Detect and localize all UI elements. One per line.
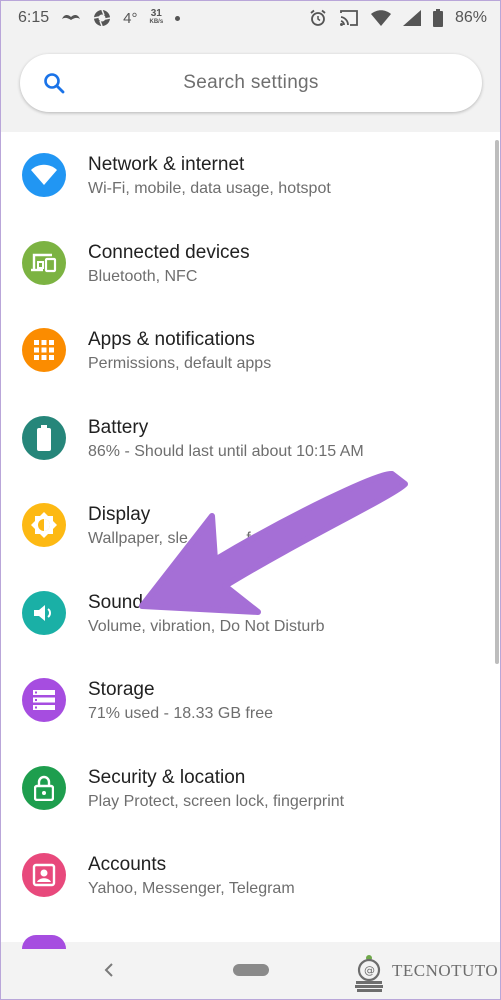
- status-bar-left: 6:15 4° 31 KB/s: [18, 9, 181, 27]
- settings-item-title: Sound: [88, 591, 143, 613]
- back-icon[interactable]: [100, 959, 118, 981]
- settings-item-subtitle: Play Protect, screen lock, fingerprint: [88, 792, 345, 810]
- settings-item-subtitle: Bluetooth, NFC: [88, 267, 198, 285]
- settings-item-subtitle: Wallpaper, sle fo: [88, 530, 260, 548]
- signal-icon: [402, 10, 421, 26]
- home-pill-button[interactable]: [233, 964, 269, 976]
- lock-icon: [22, 765, 66, 810]
- battery-icon: [22, 415, 66, 460]
- watermark-text: TECNOTUTO: [392, 961, 499, 980]
- alarm-icon: [310, 9, 326, 26]
- settings-item-title: Display: [88, 504, 151, 525]
- settings-item-connected-devices[interactable]: Connected devices Bluetooth, NFC: [0, 220, 501, 308]
- scrollbar[interactable]: [495, 140, 499, 664]
- wifi-icon: [22, 153, 66, 197]
- watermark-logo-icon: @: [355, 955, 383, 992]
- aperture-icon: [93, 9, 111, 27]
- search-area: Search settings: [0, 36, 501, 132]
- settings-item-subtitle: 71% used - 18.33 GB free: [88, 705, 273, 722]
- account-icon: [22, 853, 66, 897]
- mustache-icon: [62, 14, 81, 20]
- status-time: 6:15: [18, 9, 50, 26]
- settings-item-title: Apps & notifications: [88, 329, 255, 350]
- settings-item-subtitle: Wi-Fi, mobile, data usage, hotspot: [88, 180, 331, 197]
- settings-item-title: Connected devices: [88, 241, 250, 263]
- settings-item-subtitle-tail: fo: [246, 530, 260, 547]
- devices-icon: [22, 240, 66, 285]
- storage-peek-icon: [22, 935, 66, 949]
- search-placeholder: Search settings: [183, 72, 319, 93]
- settings-item-display[interactable]: Display Wallpaper, sle fo: [0, 482, 501, 570]
- settings-list: Network & internet Wi-Fi, mobile, data u…: [0, 132, 501, 920]
- status-battery-percent: 86%: [454, 9, 487, 26]
- settings-item-sound[interactable]: Sound Volume, vibration, Do Not Disturb: [0, 570, 501, 658]
- settings-item-apps[interactable]: Apps & notifications Permissions, defaul…: [0, 307, 501, 395]
- settings-item-security[interactable]: Security & location Play Protect, screen…: [0, 745, 501, 833]
- notification-dot-icon: [175, 15, 181, 21]
- wifi-status-icon: [370, 10, 391, 26]
- watermark: @ TECNOTUTO: [352, 948, 498, 994]
- status-bar: 6:15 4° 31 KB/s 86%: [0, 0, 501, 36]
- settings-item-subtitle: Volume, vibration, Do Not Disturb: [88, 617, 325, 635]
- svg-text:@: @: [364, 964, 375, 977]
- search-input[interactable]: Search settings: [20, 54, 482, 112]
- settings-item-title: Accounts: [88, 854, 167, 875]
- settings-item-battery[interactable]: Battery 86% - Should last until about 10…: [0, 395, 501, 483]
- settings-item-title: Security & location: [88, 766, 246, 788]
- settings-item-storage[interactable]: Storage 71% used - 18.33 GB free: [0, 657, 501, 745]
- settings-item-subtitle-start: Wallpaper, sle: [88, 530, 188, 547]
- storage-icon: [22, 678, 66, 722]
- settings-item-title: Network & internet: [88, 154, 245, 175]
- settings-item-accounts[interactable]: Accounts Yahoo, Messenger, Telegram: [0, 832, 501, 920]
- status-data-speed: 31 KB/s: [149, 9, 163, 27]
- status-data-speed-value: 31: [150, 8, 162, 19]
- brightness-icon: [22, 503, 66, 547]
- settings-item-network[interactable]: Network & internet Wi-Fi, mobile, data u…: [0, 132, 501, 220]
- status-data-speed-unit: KB/s: [149, 19, 164, 25]
- volume-icon: [22, 590, 66, 635]
- settings-item-subtitle: 86% - Should last until about 10:15 AM: [88, 442, 364, 460]
- settings-item-title: Storage: [88, 679, 155, 700]
- apps-icon: [22, 328, 66, 372]
- status-temperature: 4°: [123, 9, 138, 27]
- battery-status-icon: [432, 9, 443, 27]
- cast-icon: [339, 10, 358, 26]
- status-bar-right: 86%: [309, 9, 487, 27]
- settings-item-subtitle: Yahoo, Messenger, Telegram: [88, 880, 295, 897]
- settings-item-subtitle: Permissions, default apps: [88, 355, 272, 372]
- settings-item-title: Battery: [88, 416, 149, 438]
